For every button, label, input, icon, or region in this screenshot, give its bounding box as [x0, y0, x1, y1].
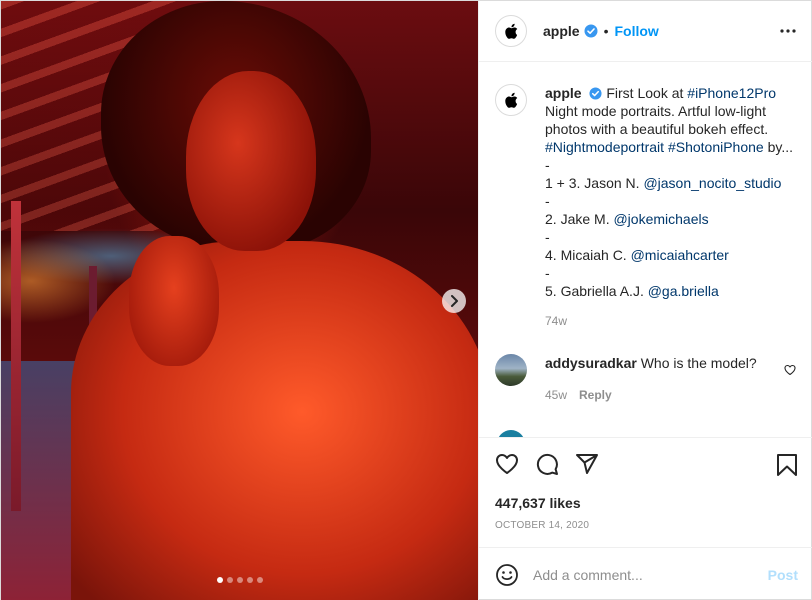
profile-avatar[interactable]: [495, 15, 527, 47]
caption-line: photos with a beautiful bokeh effect.: [545, 121, 769, 137]
caption-line: #Nightmodeportrait #ShotoniPhone by...: [545, 138, 797, 156]
next-arrow-icon: [451, 295, 458, 307]
photo-hands: [129, 236, 219, 366]
bookmark-icon: [777, 454, 797, 476]
mention-link[interactable]: @micaiahcarter: [631, 247, 729, 263]
comment: addysuradkar Who is the model? 45w Reply: [495, 354, 800, 404]
slide-dot: [226, 577, 233, 583]
caption-username[interactable]: apple: [545, 85, 582, 101]
post-header: apple • Follow: [479, 1, 812, 62]
comment-meta: 45w Reply: [545, 386, 775, 404]
commenter-username[interactable]: addysuradkar: [545, 355, 637, 371]
next-slide-button[interactable]: [442, 289, 466, 313]
comment-input[interactable]: [533, 566, 753, 583]
post-comment-button[interactable]: Post: [768, 567, 798, 583]
comment-button[interactable]: [535, 452, 559, 476]
commenter-avatar[interactable]: [497, 430, 525, 437]
slide-dot: [236, 577, 243, 583]
slide-dot: [216, 577, 223, 583]
caption-dash: -: [545, 265, 550, 281]
actions-section: 447,637 likes OCTOBER 14, 2020: [479, 437, 812, 547]
save-button[interactable]: [776, 453, 798, 480]
emoji-icon[interactable]: [495, 563, 519, 587]
post-media[interactable]: [1, 1, 478, 600]
caption-credit: 2. Jake M. @jokemichaels: [545, 210, 797, 228]
slide-indicator: [1, 577, 478, 583]
caption-dash: -: [545, 157, 550, 173]
caption-dash: -: [545, 193, 550, 209]
slide-dot: [256, 577, 263, 583]
share-button[interactable]: [575, 452, 599, 476]
instagram-post: apple • Follow apple First Look at #iPho…: [0, 0, 812, 600]
caption-credit: 5. Gabriella A.J. @ga.briella: [545, 282, 797, 300]
post-panel: apple • Follow apple First Look at #iPho…: [478, 1, 812, 600]
follow-button[interactable]: Follow: [614, 23, 658, 39]
photo-face: [186, 71, 316, 251]
caption-timestamp[interactable]: 74w: [545, 312, 797, 330]
hashtag-link[interactable]: #Nightmodeportrait: [545, 139, 664, 155]
comment-icon: [536, 453, 558, 475]
like-button[interactable]: [495, 452, 519, 476]
comment-body: addysuradkar Who is the model? 45w Reply: [545, 354, 775, 404]
heart-icon: [496, 454, 518, 474]
header-username[interactable]: apple: [543, 23, 580, 39]
mention-link[interactable]: @jokemichaels: [613, 211, 708, 227]
add-comment-bar: Post: [479, 547, 812, 600]
caption-avatar[interactable]: [495, 84, 527, 116]
comment-content: Who is the model?: [636, 355, 757, 371]
photo-pole: [11, 201, 21, 511]
caption-credit: 1 + 3. Jason N. @jason_nocito_studio: [545, 174, 797, 192]
post-date[interactable]: OCTOBER 14, 2020: [495, 520, 589, 531]
share-icon: [576, 454, 598, 474]
caption-credit: 4. Micaiah C. @micaiahcarter: [545, 246, 797, 264]
caption-text: apple First Look at #iPhone12Pro Night m…: [545, 84, 797, 330]
verified-badge-icon: [584, 24, 598, 38]
credit-text: 1 + 3. Jason N.: [545, 175, 644, 191]
more-options-icon[interactable]: [780, 23, 796, 39]
comment-text: addysuradkar Who is the model?: [545, 354, 775, 372]
caption-dash: -: [545, 229, 550, 245]
likes-count[interactable]: 447,637 likes: [495, 495, 581, 511]
credit-text: 2. Jake M.: [545, 211, 614, 227]
caption-line: apple First Look at #iPhone12Pro: [545, 84, 797, 102]
caption-text-segment: First Look at: [606, 85, 688, 101]
caption: apple First Look at #iPhone12Pro Night m…: [495, 84, 800, 330]
hashtag-link[interactable]: #iPhone12Pro: [687, 85, 776, 101]
like-comment-heart-icon[interactable]: [784, 364, 796, 376]
mention-link[interactable]: @jason_nocito_studio: [643, 175, 781, 191]
slide-dot: [246, 577, 253, 583]
reply-button[interactable]: Reply: [579, 388, 612, 402]
header-separator: •: [603, 23, 609, 39]
caption-line: Night mode portraits. Artful low-light: [545, 103, 766, 119]
credit-text: 4. Micaiah C.: [545, 247, 631, 263]
hashtag-link[interactable]: #ShotoniPhone: [668, 139, 764, 155]
verified-badge-icon: [589, 87, 603, 100]
apple-logo-icon: [505, 92, 518, 108]
action-icons: [495, 452, 599, 476]
commenter-avatar[interactable]: [495, 354, 527, 386]
comment-timestamp[interactable]: 45w: [545, 388, 567, 402]
apple-logo-icon: [505, 23, 518, 39]
credit-text: 5. Gabriella A.J.: [545, 283, 648, 299]
caption-more[interactable]: by...: [764, 139, 793, 155]
mention-link[interactable]: @ga.briella: [648, 283, 719, 299]
comments-section[interactable]: apple First Look at #iPhone12Pro Night m…: [479, 62, 812, 437]
